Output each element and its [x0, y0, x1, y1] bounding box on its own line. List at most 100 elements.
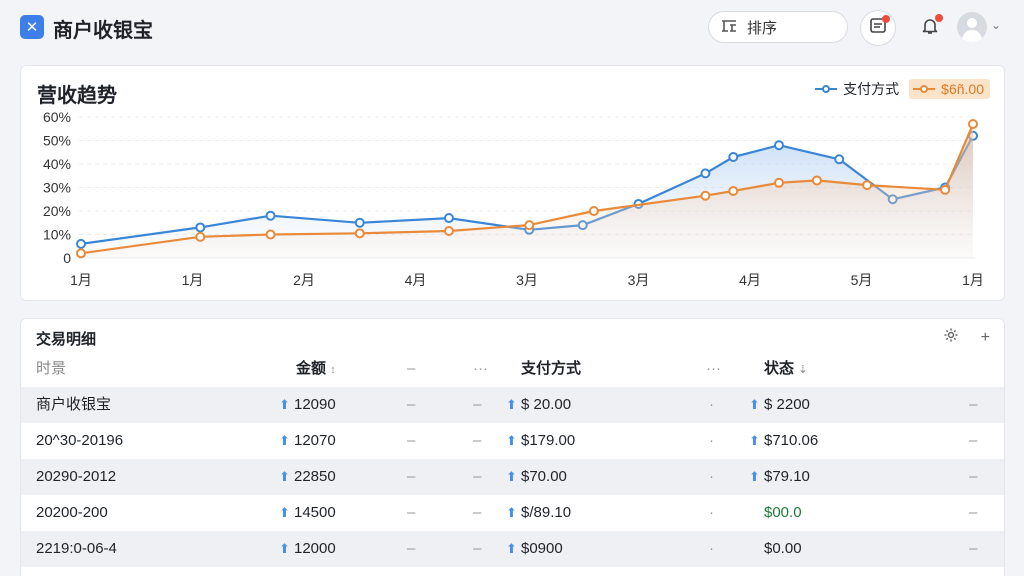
cell-amount: 12000 — [294, 540, 336, 557]
cell-sep: – — [473, 468, 482, 485]
top-header: ✕ 商户收银宝 排序 ⌄ — [0, 0, 1024, 56]
user-avatar-icon[interactable] — [957, 12, 987, 42]
amount-sort-icon[interactable]: ↕ — [330, 364, 336, 376]
cell-payment: $ 20.00 — [521, 396, 572, 413]
series-payment-point — [773, 140, 784, 151]
row-menu[interactable]: – — [969, 459, 977, 495]
x-tick-label: 4月 — [405, 272, 427, 288]
x-tick-label: 1月 — [182, 272, 204, 288]
app-logo-icon: ✕ — [20, 15, 44, 39]
series-amount-point — [968, 119, 978, 130]
transaction-table-card: 交易明细 + 时景 金额 ↕ – ··· 支付方式 ··· 状态 ⇣ 商户收银宝… — [20, 318, 1005, 576]
trend-up-icon: ⬆ — [279, 505, 290, 520]
cell-sep: – — [407, 432, 416, 449]
y-tick-label: 50% — [43, 133, 71, 149]
x-tick-label: 3月 — [628, 272, 650, 288]
row-menu[interactable]: – — [969, 531, 977, 567]
y-tick-label: 10% — [43, 227, 71, 243]
cell-sep: – — [407, 540, 416, 557]
trend-up-icon: ⬆ — [279, 541, 290, 556]
add-icon[interactable]: + — [981, 329, 990, 347]
chevron-down-icon[interactable]: ⌄ — [991, 18, 1001, 32]
sort-label: 排序 — [747, 19, 778, 37]
y-tick-label: 20% — [43, 203, 71, 219]
header-status-label: 状态 — [764, 360, 795, 377]
cell-status: $00.0 — [764, 504, 802, 521]
table-header: 时景 金额 ↕ – ··· 支付方式 ··· 状态 ⇣ — [21, 351, 1004, 387]
table-row[interactable]: 商户收银宝 ⬆ 12090 – – ⬆ $ 20.00 · ⬆ $ 2200 – — [21, 387, 1004, 423]
row-menu[interactable]: – — [969, 387, 977, 423]
series-amount-point — [811, 175, 822, 186]
header-amount[interactable]: 金额 ↕ — [296, 351, 336, 387]
series-amount-point — [76, 248, 86, 259]
trend-up-icon: ⬆ — [506, 433, 517, 448]
line-chart: 0 10% 20% 30% 40% 50% 60% 1月 1月 2月 4月 3月 3月 4月 5月 1月 — [43, 109, 984, 288]
series-amount-point — [588, 206, 599, 216]
series-amount-point — [443, 225, 454, 236]
sort-button[interactable]: 排序 — [708, 11, 848, 43]
series-payment-point — [354, 217, 365, 228]
table-row[interactable]: 20200-200 ⬆ 14500 – – ⬆ $/89.10 · $00.0 – — [21, 495, 1004, 531]
series-payment-point — [195, 222, 206, 233]
cell-payment: $179.00 — [521, 432, 576, 449]
series-amount-point — [862, 180, 873, 191]
settings-icon[interactable] — [943, 327, 959, 348]
cell-time: 20200-200 — [36, 504, 108, 521]
table-row[interactable]: 20^30-20196 ⬆ 12070 – – ⬆ $179.00 · ⬆ $710.06 – — [21, 423, 1004, 459]
table-row[interactable]: 2219:0-06-4 ⬆ 12000 – – ⬆ $0900 · $0.00 – — [21, 531, 1004, 567]
notification-badge — [935, 14, 943, 22]
table-row[interactable]: 20290-2012 ⬆ 22850 – – ⬆ $70.00 · ⬆ $79.10 – — [21, 459, 1004, 495]
cell-sep: – — [473, 432, 482, 449]
header-sep: ··· — [473, 360, 488, 377]
x-tick-label: 1月 — [962, 272, 984, 288]
cell-status: $ 2200 — [764, 396, 810, 413]
series-amount-point — [265, 229, 276, 240]
cell-sep: · — [709, 504, 714, 521]
cell-time: 商户收银宝 — [36, 396, 112, 413]
y-tick-label: 40% — [43, 156, 71, 172]
cell-time: 20290-2012 — [36, 468, 117, 485]
message-button[interactable] — [860, 10, 896, 46]
cell-amount: 22850 — [294, 468, 336, 485]
trend-up-icon: ⬆ — [279, 469, 290, 484]
series-payment-point — [443, 213, 454, 224]
cell-time: 2219:0-06-4 — [36, 540, 117, 557]
x-tick-label: 3月 — [516, 272, 538, 288]
series-amount-point — [773, 177, 784, 188]
y-tick-label: 60% — [43, 109, 71, 125]
y-tick-label: 30% — [43, 180, 71, 196]
cell-sep: – — [473, 396, 482, 413]
cell-sep: – — [473, 504, 482, 521]
row-menu[interactable]: – — [969, 423, 977, 459]
header-time[interactable]: 时景 — [36, 351, 66, 387]
header-amount-label: 金额 — [296, 360, 327, 377]
series-amount-point — [524, 220, 535, 231]
series-payment-point — [76, 238, 86, 249]
series-payment-point — [700, 168, 711, 179]
header-sep: – — [407, 360, 416, 377]
series-amount-point — [195, 231, 206, 242]
message-badge — [882, 15, 890, 23]
header-status[interactable]: 状态 ⇣ — [764, 351, 807, 387]
notification-button[interactable] — [912, 10, 948, 46]
trend-up-icon: ⬆ — [279, 397, 290, 412]
cell-sep: · — [709, 432, 714, 449]
y-tick-label: 0 — [63, 250, 71, 266]
header-sep: ··· — [706, 360, 721, 377]
trend-up-icon: ⬆ — [506, 541, 517, 556]
app-title: 商户收银宝 — [53, 20, 153, 42]
cell-time: 20^30-20196 — [36, 432, 124, 449]
header-payment[interactable]: 支付方式 — [521, 351, 581, 387]
sort-icon — [721, 19, 737, 36]
cell-amount: 12070 — [294, 432, 336, 449]
cell-sep: · — [709, 468, 714, 485]
trend-up-icon: ⬆ — [279, 433, 290, 448]
trend-up-icon: ⬆ — [506, 469, 517, 484]
row-menu[interactable]: – — [969, 495, 977, 531]
trend-up-icon: ⬆ — [506, 397, 517, 412]
cell-payment: $70.00 — [521, 468, 567, 485]
revenue-trend-card: 营收趋势 支付方式 $6ñ.00 0 10% 20% 30% 40% 50% 60% 1月 1月… — [20, 65, 1005, 301]
trend-up-icon: ⬆ — [749, 469, 760, 484]
series-payment-point — [728, 151, 739, 162]
status-sort-icon[interactable]: ⇣ — [798, 364, 807, 376]
